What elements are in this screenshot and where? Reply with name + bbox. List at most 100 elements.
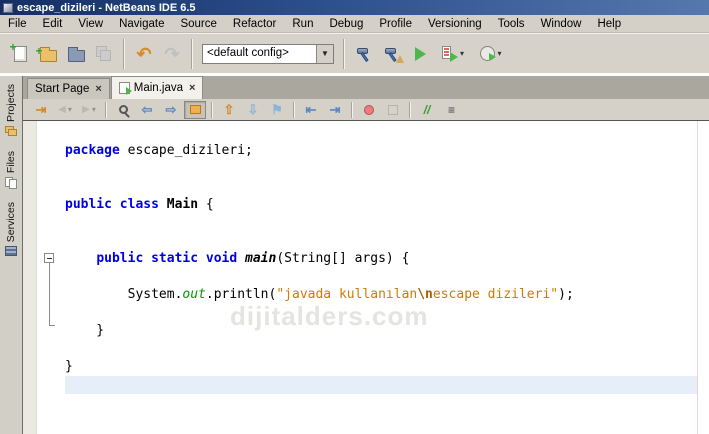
clean-and-build-button[interactable] bbox=[378, 39, 406, 69]
java-main-class-icon bbox=[119, 82, 130, 94]
jump-last-edit-button[interactable]: ⇥ bbox=[30, 101, 52, 119]
watermark: dijitalders.com bbox=[230, 301, 429, 332]
toolbar-separator bbox=[123, 39, 125, 69]
back-button[interactable]: ◀ ▾ bbox=[54, 101, 76, 119]
chevron-down-icon[interactable]: ▾ bbox=[497, 49, 501, 58]
sidebar-files-label: Files bbox=[5, 151, 17, 173]
editor-toolbar: ⇥ ◀ ▾ ▶ ▾ ⇦ ⇨ ⇧ ⇩ ⚑ bbox=[23, 99, 709, 121]
code-fold-toggle[interactable] bbox=[44, 253, 54, 263]
editor-toolbar-separator bbox=[105, 102, 107, 118]
next-bookmark-icon: ⇩ bbox=[248, 102, 259, 118]
title-bar[interactable]: escape_dizileri - NetBeans IDE 6.5 bbox=[0, 0, 709, 15]
main-toolbar: + + ↶ ↷ <default config> ▼ bbox=[0, 33, 709, 73]
config-selector-dropdown-button[interactable]: ▼ bbox=[316, 45, 333, 63]
tab-start-page-label: Start Page bbox=[35, 83, 89, 95]
code-fold-line bbox=[49, 263, 50, 325]
debug-project-button[interactable]: ▾ bbox=[434, 39, 472, 69]
menu-debug[interactable]: Debug bbox=[321, 17, 371, 31]
shift-line-right-button[interactable]: ⇥ bbox=[324, 101, 346, 119]
find-previous-button[interactable]: ⇦ bbox=[136, 101, 158, 119]
uncomment-button[interactable]: ≡ bbox=[440, 101, 462, 119]
forward-button[interactable]: ▶ ▾ bbox=[78, 101, 100, 119]
find-previous-icon: ⇦ bbox=[142, 102, 153, 118]
build-hammer-icon bbox=[355, 46, 373, 62]
start-macro-recording-button[interactable] bbox=[358, 101, 380, 119]
code-editor[interactable]: dijitalders.com package escape_dizileri;… bbox=[23, 121, 709, 434]
menu-refactor[interactable]: Refactor bbox=[225, 17, 284, 31]
menu-file[interactable]: File bbox=[0, 17, 35, 31]
menu-profile[interactable]: Profile bbox=[371, 17, 420, 31]
bookmark-flag-icon: ⚑ bbox=[271, 102, 283, 118]
clean-build-icon bbox=[383, 46, 401, 62]
redo-button[interactable]: ↷ bbox=[158, 39, 186, 69]
find-next-button[interactable]: ⇨ bbox=[160, 101, 182, 119]
find-next-icon: ⇨ bbox=[166, 102, 177, 118]
projects-folder-icon bbox=[5, 126, 18, 137]
chevron-down-icon: ▾ bbox=[92, 105, 96, 114]
new-file-icon: + bbox=[14, 46, 27, 62]
profile-icon bbox=[480, 46, 495, 61]
files-icon bbox=[5, 177, 18, 188]
config-selector[interactable]: <default config> ▼ bbox=[202, 44, 334, 64]
code-line[interactable]: public static void main(String[] args) { bbox=[65, 250, 409, 268]
open-project-icon bbox=[68, 50, 85, 62]
menu-edit[interactable]: Edit bbox=[35, 17, 71, 31]
menu-tools[interactable]: Tools bbox=[490, 17, 533, 31]
editor-gutter[interactable] bbox=[23, 121, 37, 434]
close-icon[interactable]: × bbox=[95, 83, 101, 95]
redo-icon: ↷ bbox=[164, 46, 179, 62]
tab-start-page[interactable]: Start Page × bbox=[27, 78, 110, 99]
search-icon bbox=[119, 105, 128, 114]
code-line[interactable]: System.out.println("javada kullanılan\ne… bbox=[65, 286, 574, 304]
editor-toolbar-separator bbox=[211, 102, 213, 118]
sidebar-item-projects[interactable]: Projects bbox=[5, 80, 18, 141]
tab-main-java-label: Main.java bbox=[134, 82, 183, 94]
code-line[interactable]: package escape_dizileri; bbox=[65, 142, 253, 160]
menu-view[interactable]: View bbox=[70, 17, 111, 31]
new-file-button[interactable]: + bbox=[6, 39, 34, 69]
config-selector-value: <default config> bbox=[203, 45, 316, 63]
chevron-down-icon[interactable]: ▾ bbox=[460, 49, 464, 58]
menu-window[interactable]: Window bbox=[533, 17, 590, 31]
left-sidebar: Projects Files Services bbox=[0, 76, 23, 434]
new-project-button[interactable]: + bbox=[34, 39, 62, 69]
stop-macro-recording-button[interactable] bbox=[382, 101, 404, 119]
menu-bar: File Edit View Navigate Source Refactor … bbox=[0, 15, 709, 33]
sidebar-projects-label: Projects bbox=[5, 84, 17, 122]
editor-toolbar-separator bbox=[351, 102, 353, 118]
find-button[interactable] bbox=[112, 101, 134, 119]
toggle-highlight-search-button[interactable] bbox=[184, 101, 206, 119]
menu-versioning[interactable]: Versioning bbox=[420, 17, 490, 31]
menu-source[interactable]: Source bbox=[172, 17, 224, 31]
menu-navigate[interactable]: Navigate bbox=[111, 17, 172, 31]
save-all-icon bbox=[96, 46, 112, 62]
run-project-button[interactable] bbox=[406, 39, 434, 69]
comment-icon: // bbox=[424, 103, 431, 117]
comment-button[interactable]: // bbox=[416, 101, 438, 119]
open-project-button[interactable] bbox=[62, 39, 90, 69]
caret-line-highlight bbox=[65, 376, 697, 394]
menu-run[interactable]: Run bbox=[284, 17, 321, 31]
menu-help[interactable]: Help bbox=[589, 17, 629, 31]
code-line[interactable]: public class Main { bbox=[65, 196, 214, 214]
code-line[interactable]: } bbox=[65, 322, 104, 340]
editor-toolbar-separator bbox=[293, 102, 295, 118]
previous-bookmark-button[interactable]: ⇧ bbox=[218, 101, 240, 119]
toggle-bookmark-button[interactable]: ⚑ bbox=[266, 101, 288, 119]
netbeans-window: escape_dizileri - NetBeans IDE 6.5 File … bbox=[0, 0, 709, 434]
shift-line-left-button[interactable]: ⇤ bbox=[300, 101, 322, 119]
profile-project-button[interactable]: ▾ bbox=[472, 39, 510, 69]
editor-toolbar-separator bbox=[409, 102, 411, 118]
close-icon[interactable]: × bbox=[189, 82, 195, 94]
next-bookmark-button[interactable]: ⇩ bbox=[242, 101, 264, 119]
save-all-button[interactable] bbox=[90, 39, 118, 69]
code-line[interactable]: } bbox=[65, 358, 73, 376]
sidebar-item-services[interactable]: Services bbox=[5, 198, 17, 260]
right-margin-line bbox=[697, 121, 698, 434]
undo-button[interactable]: ↶ bbox=[130, 39, 158, 69]
build-project-button[interactable] bbox=[350, 39, 378, 69]
sidebar-item-files[interactable]: Files bbox=[5, 147, 18, 192]
forward-icon: ▶ bbox=[82, 104, 90, 115]
highlight-search-icon bbox=[190, 105, 201, 114]
tab-main-java[interactable]: Main.java × bbox=[111, 76, 204, 99]
